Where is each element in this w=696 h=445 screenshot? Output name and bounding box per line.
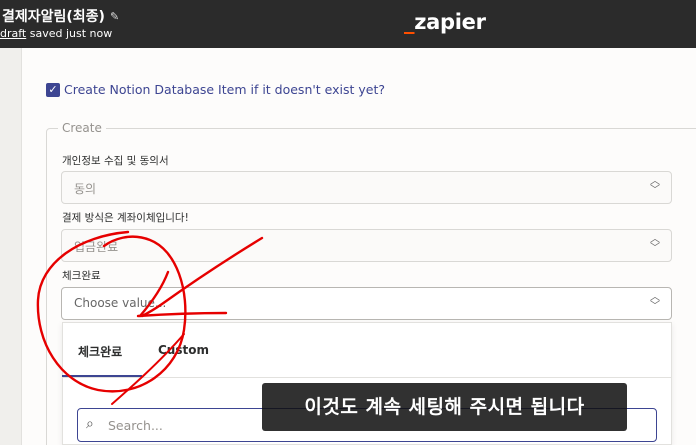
tab-check-complete[interactable]: 체크완료 bbox=[78, 343, 122, 360]
top-bar: 결제자알림(최종) ✎ draft saved just now _zapier bbox=[0, 0, 696, 48]
select-payment[interactable]: 입금완료 ︿ ﹀ bbox=[61, 229, 672, 262]
field-label-check-complete: 체크완료 bbox=[62, 270, 101, 282]
video-caption: 이것도 계속 세팅해 주시면 됩니다 bbox=[262, 383, 627, 431]
panel-edge bbox=[0, 48, 22, 445]
check-icon[interactable]: ✓ bbox=[46, 82, 60, 97]
select-consent[interactable]: 동의 ︿ ﹀ bbox=[61, 171, 672, 204]
create-legend: Create bbox=[58, 121, 106, 135]
chevron-updown-icon: ︿ ﹀ bbox=[650, 292, 660, 312]
pencil-icon[interactable]: ✎ bbox=[110, 10, 119, 23]
select-consent-value: 동의 bbox=[74, 182, 97, 196]
search-icon: ⌕ bbox=[86, 416, 94, 432]
create-if-missing-option[interactable]: ✓ Create Notion Database Item if it does… bbox=[46, 82, 385, 97]
chevron-updown-icon: ︿ ﹀ bbox=[650, 176, 660, 196]
select-check-complete-placeholder: Choose value... bbox=[74, 296, 167, 310]
zap-title-text[interactable]: 결제자알림(최종) bbox=[2, 6, 105, 26]
zapier-logo-text: zapier bbox=[414, 10, 486, 34]
tab-custom[interactable]: Custom bbox=[158, 343, 209, 357]
draft-link[interactable]: draft bbox=[0, 27, 26, 40]
field-label-payment: 결제 방식은 계좌이체입니다! bbox=[62, 212, 189, 224]
save-status-text: saved just now bbox=[29, 27, 113, 40]
select-check-complete[interactable]: Choose value... ︿ ﹀ bbox=[61, 287, 672, 320]
zap-title[interactable]: 결제자알림(최종) ✎ bbox=[2, 6, 119, 26]
save-status: draft saved just now bbox=[0, 27, 112, 40]
zapier-logo-mark: _ bbox=[404, 10, 415, 34]
chevron-updown-icon: ︿ ﹀ bbox=[650, 234, 660, 254]
select-payment-value: 입금완료 bbox=[74, 240, 119, 254]
create-if-missing-label[interactable]: Create Notion Database Item if it doesn'… bbox=[64, 82, 385, 97]
zapier-logo[interactable]: _zapier bbox=[404, 10, 486, 34]
field-label-consent: 개인정보 수집 및 동의서 bbox=[62, 155, 169, 167]
tab-divider bbox=[62, 377, 672, 378]
